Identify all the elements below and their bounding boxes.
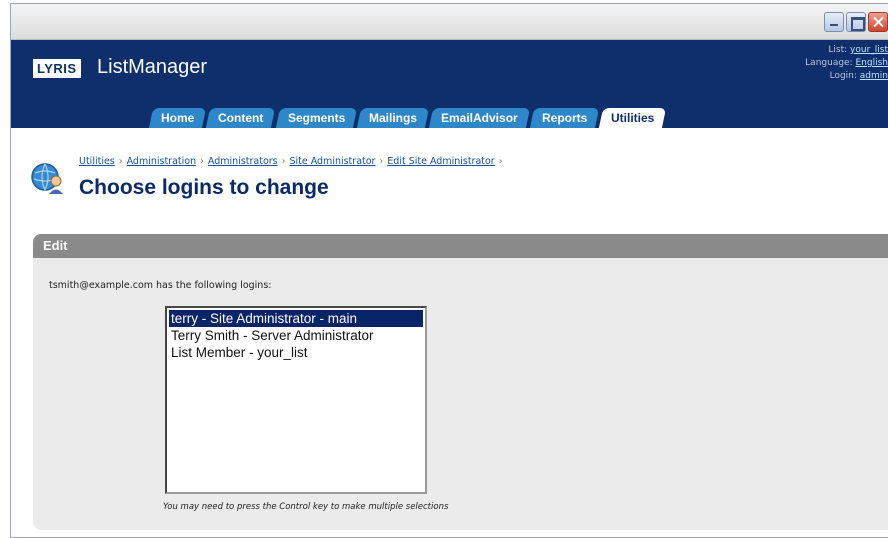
- language-link[interactable]: English: [856, 58, 888, 68]
- main-tabs: Home Content Segments Mailings EmailAdvi…: [148, 108, 667, 128]
- tab-content[interactable]: Content: [206, 108, 276, 128]
- browser-window: LYRIS ListManager List: your_list Langua…: [10, 3, 888, 538]
- list-link[interactable]: your_list: [850, 45, 888, 55]
- breadcrumb-administration[interactable]: Administration: [127, 156, 197, 167]
- tab-segments[interactable]: Segments: [275, 108, 358, 128]
- app-name: ListManager: [97, 56, 208, 78]
- list-label: List:: [828, 45, 848, 55]
- breadcrumb-separator: ›: [200, 156, 204, 167]
- breadcrumb-edit-site-administrator[interactable]: Edit Site Administrator: [387, 156, 494, 167]
- app-header: LYRIS ListManager List: your_list Langua…: [11, 40, 888, 128]
- close-icon[interactable]: [868, 12, 888, 32]
- user-info: List: your_list Language: English Login:…: [805, 44, 888, 83]
- breadcrumb-administrators[interactable]: Administrators: [208, 156, 278, 167]
- window-controls: [824, 12, 888, 32]
- window-titlebar: [11, 4, 888, 40]
- lyris-logo: LYRIS: [33, 59, 81, 78]
- login-option[interactable]: List Member - your_list: [169, 344, 423, 361]
- login-option[interactable]: Terry Smith - Server Administrator: [169, 327, 423, 344]
- language-label: Language:: [805, 58, 853, 68]
- maximize-icon[interactable]: [846, 12, 866, 32]
- logins-intro-text: tsmith@example.com has the following log…: [49, 280, 272, 291]
- page-title: Choose logins to change: [79, 176, 329, 199]
- login-option[interactable]: terry - Site Administrator - main: [169, 310, 423, 327]
- breadcrumb-site-administrator[interactable]: Site Administrator: [289, 156, 375, 167]
- login-label: Login:: [829, 71, 857, 81]
- tab-emailadvisor[interactable]: EmailAdvisor: [428, 108, 530, 128]
- tab-home[interactable]: Home: [148, 108, 207, 128]
- breadcrumb-separator: ›: [118, 156, 123, 167]
- breadcrumb: Utilities › Administration › Administrators ›…: [79, 156, 507, 167]
- panel-heading: Edit: [33, 234, 888, 258]
- breadcrumb-separator: ›: [379, 156, 384, 167]
- minimize-icon[interactable]: [824, 12, 844, 32]
- globe-person-icon: [31, 163, 63, 194]
- breadcrumb-separator: ›: [498, 156, 503, 167]
- login-link[interactable]: admin: [860, 71, 888, 81]
- breadcrumb-utilities[interactable]: Utilities: [79, 156, 115, 167]
- multi-select-hint: You may need to press the Control key to…: [163, 502, 449, 512]
- tab-mailings[interactable]: Mailings: [356, 108, 430, 128]
- edit-panel: Edit tsmith@example.com has the followin…: [33, 234, 888, 530]
- breadcrumb-separator: ›: [281, 156, 286, 167]
- logins-listbox[interactable]: terry - Site Administrator - main Terry …: [165, 306, 427, 494]
- tab-utilities[interactable]: Utilities: [598, 108, 667, 128]
- tab-reports[interactable]: Reports: [529, 108, 600, 128]
